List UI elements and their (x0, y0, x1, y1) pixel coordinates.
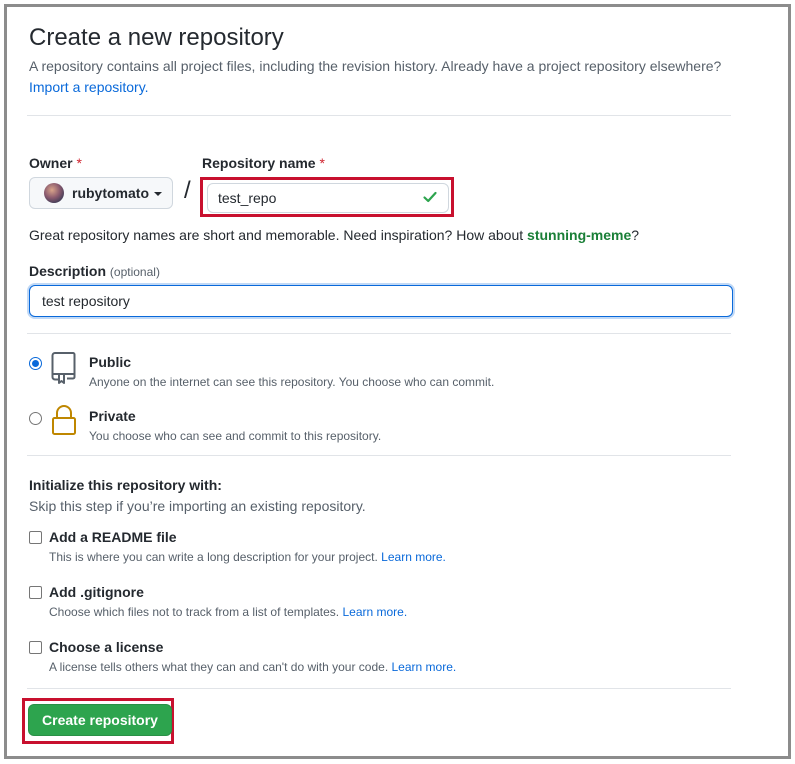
readme-label[interactable]: Add a README file (49, 529, 177, 545)
license-desc: A license tells others what they can and… (49, 660, 456, 674)
optional-tag: (optional) (109, 265, 160, 279)
owner-value: rubytomato (72, 185, 149, 201)
repo-name-label: Repository name * (202, 155, 325, 171)
description-value: test repository (42, 293, 130, 309)
page-subtitle: A repository contains all project files,… (29, 58, 722, 74)
public-radio[interactable] (29, 357, 42, 370)
name-suggestion[interactable]: stunning-meme (527, 227, 631, 243)
private-radio[interactable] (29, 412, 42, 425)
readme-checkbox[interactable] (29, 531, 42, 544)
gitignore-checkbox[interactable] (29, 586, 42, 599)
divider (27, 115, 731, 116)
gitignore-desc-text: Choose which files not to track from a l… (49, 605, 340, 619)
divider (27, 455, 731, 456)
license-learn-more-link[interactable]: Learn more. (392, 660, 457, 674)
page-title: Create a new repository (29, 24, 284, 51)
repo-book-icon (51, 351, 77, 390)
import-repository-link[interactable]: Import a repository. (29, 79, 149, 95)
caret-down-icon (154, 192, 162, 196)
repo-name-label-text: Repository name (202, 155, 316, 171)
page-frame: Create a new repository A repository con… (4, 4, 791, 759)
gitignore-learn-more-link[interactable]: Learn more. (342, 605, 407, 619)
hint-text: Great repository names are short and mem… (29, 227, 528, 243)
divider (27, 333, 731, 334)
owner-repo-separator: / (184, 177, 191, 204)
lock-icon (51, 404, 77, 443)
description-input[interactable]: test repository (29, 285, 733, 317)
license-desc-text: A license tells others what they can and… (49, 660, 389, 674)
owner-label: Owner * (29, 155, 82, 171)
readme-desc: This is where you can write a long descr… (49, 550, 446, 564)
gitignore-desc: Choose which files not to track from a l… (49, 605, 407, 619)
private-title: Private (89, 408, 136, 424)
license-label[interactable]: Choose a license (49, 639, 163, 655)
create-repository-button[interactable]: Create repository (28, 704, 172, 736)
description-label-text: Description (29, 263, 107, 279)
avatar (44, 183, 64, 203)
check-icon (422, 189, 438, 208)
private-desc: You choose who can see and commit to thi… (89, 429, 382, 443)
init-subtitle: Skip this step if you’re importing an ex… (29, 498, 366, 514)
public-desc: Anyone on the internet can see this repo… (89, 375, 495, 389)
readme-desc-text: This is where you can write a long descr… (49, 550, 378, 564)
divider (27, 688, 731, 689)
public-title: Public (89, 354, 132, 370)
repo-name-hint: Great repository names are short and mem… (29, 227, 639, 243)
readme-learn-more-link[interactable]: Learn more. (381, 550, 446, 564)
repo-name-input[interactable]: test_repo (207, 183, 449, 213)
owner-label-text: Owner (29, 155, 73, 171)
hint-end: ? (631, 227, 640, 243)
required-mark: * (76, 155, 82, 171)
description-label: Description (optional) (29, 263, 160, 279)
repo-name-value: test_repo (218, 190, 277, 206)
gitignore-label[interactable]: Add .gitignore (49, 584, 144, 600)
init-title: Initialize this repository with: (29, 477, 222, 493)
owner-dropdown[interactable]: rubytomato (29, 177, 173, 209)
required-mark: * (319, 155, 325, 171)
license-checkbox[interactable] (29, 641, 42, 654)
